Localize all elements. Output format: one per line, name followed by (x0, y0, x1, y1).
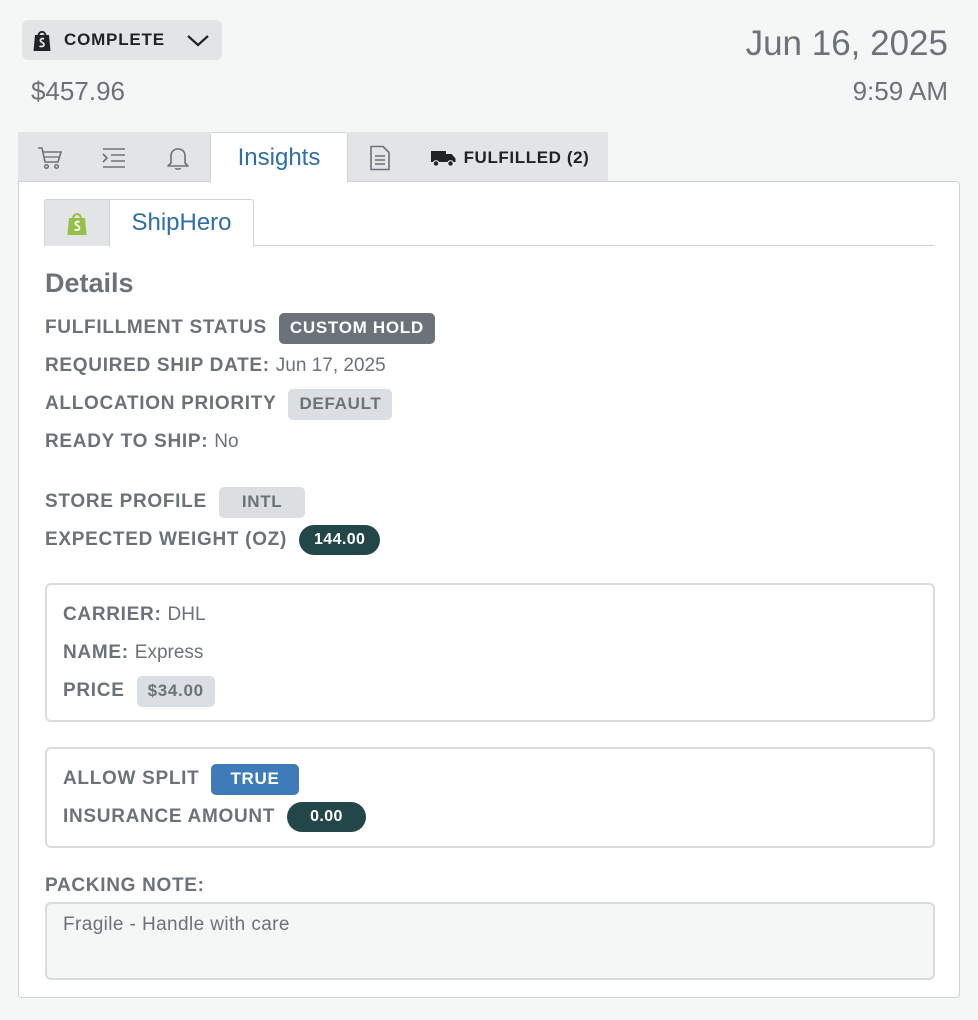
price-row: PRICE $34.00 (63, 675, 215, 707)
order-options-box: ALLOW SPLIT TRUE INSURANCE AMOUNT 0.00 (45, 747, 935, 848)
fulfilled-tab-label: FULFILLED (2) (463, 147, 590, 167)
store-profile-label: STORE PROFILE (45, 491, 207, 512)
tab-line-items[interactable] (82, 132, 146, 182)
fulfillment-status-label: FULFILLMENT STATUS (45, 317, 267, 338)
tab-cart[interactable] (18, 132, 82, 182)
tab-insights[interactable]: Insights (210, 132, 348, 183)
tab-documents[interactable] (348, 132, 412, 182)
expected-weight-row: EXPECTED WEIGHT (OZ) 144.00 (45, 525, 381, 555)
required-ship-date-label: REQUIRED SHIP DATE: (45, 355, 270, 376)
order-total: $457.96 (31, 76, 125, 106)
document-icon (370, 145, 390, 170)
details-heading: Details (45, 268, 134, 298)
truck-icon (430, 150, 456, 167)
insurance-amount-badge: 0.00 (287, 802, 366, 832)
insurance-amount-row: INSURANCE AMOUNT 0.00 (63, 802, 366, 832)
shipping-name-row: NAME: Express (63, 638, 203, 668)
packing-note-label: PACKING NOTE: (45, 875, 205, 896)
allocation-priority-label: ALLOCATION PRIORITY (45, 393, 277, 414)
carrier-label: CARRIER: (63, 604, 162, 625)
shopify-bag-icon (67, 213, 87, 235)
allocation-priority-badge: DEFAULT (288, 388, 393, 420)
expected-weight-label: EXPECTED WEIGHT (OZ) (45, 529, 287, 550)
shopify-bag-icon (32, 28, 54, 52)
subtab-shopify[interactable] (44, 199, 110, 246)
packing-note-field[interactable]: Fragile - Handle with care (45, 902, 935, 980)
bell-icon (167, 147, 189, 170)
integration-subtabs: ShipHero (44, 199, 934, 247)
shipping-method-box: CARRIER: DHL NAME: Express PRICE $34.00 (45, 583, 935, 722)
allocation-priority-row: ALLOCATION PRIORITY DEFAULT (45, 388, 393, 420)
insurance-amount-label: INSURANCE AMOUNT (63, 806, 276, 827)
order-date: Jun 16, 2025 (745, 24, 948, 63)
store-profile-badge: INTL (218, 486, 306, 518)
price-label: PRICE (63, 680, 125, 701)
ready-to-ship-value: No (214, 431, 239, 452)
shipping-name-label: NAME: (63, 642, 129, 663)
allow-split-badge: TRUE (211, 763, 299, 795)
chevron-down-icon (186, 30, 210, 50)
expected-weight-badge: 144.00 (299, 525, 381, 555)
allow-split-label: ALLOW SPLIT (63, 768, 200, 789)
order-tabs: Insights FULFILLED (2) (18, 132, 608, 183)
required-ship-date-value: Jun 17, 2025 (275, 355, 386, 376)
cart-icon (38, 146, 63, 169)
carrier-value: DHL (167, 604, 206, 625)
ready-to-ship-row: READY TO SHIP: No (45, 427, 239, 457)
subtab-shiphero[interactable]: ShipHero (109, 199, 254, 247)
carrier-row: CARRIER: DHL (63, 600, 206, 630)
insights-panel: ShipHero Details FULFILLMENT STATUS CUST… (18, 181, 960, 998)
tab-fulfilled[interactable]: FULFILLED (2) (412, 132, 608, 182)
store-profile-row: STORE PROFILE INTL (45, 486, 306, 518)
order-status-label: COMPLETE (64, 30, 165, 49)
fulfillment-status-badge: CUSTOM HOLD (278, 312, 435, 344)
ready-to-ship-label: READY TO SHIP: (45, 431, 209, 452)
allow-split-row: ALLOW SPLIT TRUE (63, 763, 299, 795)
price-badge: $34.00 (136, 675, 215, 707)
required-ship-date-row: REQUIRED SHIP DATE: Jun 17, 2025 (45, 351, 386, 381)
shipping-name-value: Express (134, 642, 204, 663)
fulfillment-status-row: FULFILLMENT STATUS CUSTOM HOLD (45, 312, 435, 344)
order-time: 9:59 AM (852, 76, 948, 106)
indent-list-icon (102, 147, 125, 168)
tab-notifications[interactable] (146, 132, 210, 182)
order-status-dropdown[interactable]: COMPLETE (22, 20, 222, 60)
